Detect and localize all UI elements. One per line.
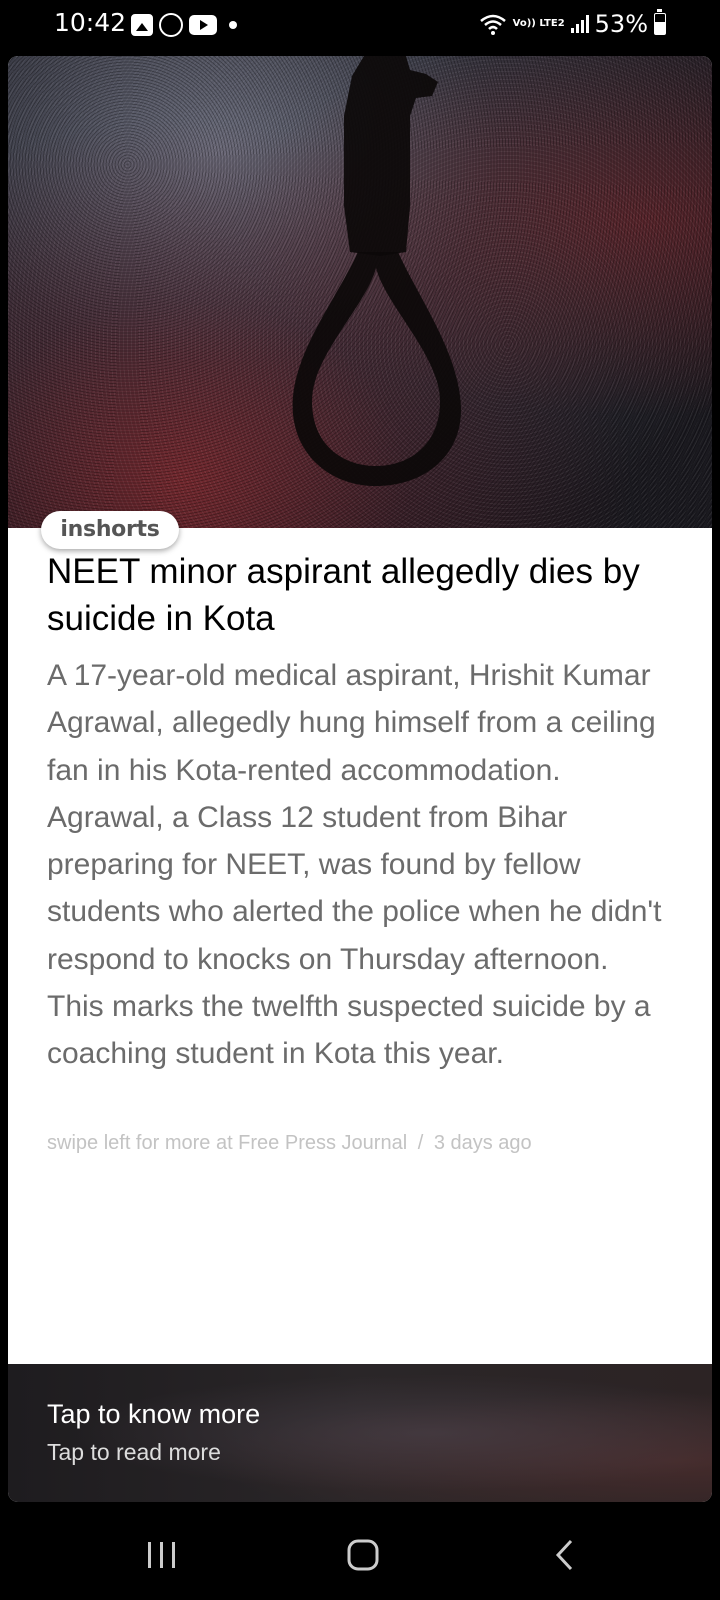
- battery-percentage: 53%: [594, 10, 648, 38]
- recents-button[interactable]: [132, 1530, 192, 1580]
- news-headline: NEET minor aspirant allegedly dies by su…: [47, 552, 640, 638]
- system-icons: Vo)) LTE2 53%: [479, 9, 666, 38]
- status-bar: 10:42 Vo)) LTE2 53%: [0, 0, 720, 50]
- source-link[interactable]: swipe left for more at Free Press Journa…: [47, 1132, 407, 1154]
- notification-icons: [131, 13, 237, 37]
- more-notifications-icon: [229, 21, 237, 29]
- home-icon: [347, 1539, 379, 1571]
- wifi-icon: [479, 14, 506, 35]
- gallery-icon: [131, 14, 153, 36]
- battery-icon: [654, 9, 666, 35]
- back-icon: [555, 1539, 573, 1571]
- volte-icon: Vo)) LTE2: [512, 18, 565, 29]
- home-button[interactable]: [333, 1530, 393, 1580]
- noose-shadow-image: [292, 56, 462, 486]
- news-card[interactable]: inshorts NEET minor aspirant allegedly d…: [8, 56, 712, 1502]
- news-source-line[interactable]: swipe left for more at Free Press Journa…: [47, 1132, 532, 1155]
- footer-separator: /: [417, 1132, 424, 1154]
- back-button[interactable]: [535, 1530, 595, 1580]
- news-body: A 17-year-old medical aspirant, Hrishit …: [47, 659, 662, 1071]
- source-badge: inshorts: [41, 511, 179, 549]
- youtube-icon: [189, 15, 217, 35]
- status-time: 10:42: [54, 8, 127, 37]
- news-image[interactable]: [8, 56, 712, 528]
- navigation-bar: [0, 1510, 720, 1600]
- banner-title: Tap to know more: [47, 1399, 261, 1429]
- read-more-banner[interactable]: Tap to know more Tap to read more: [8, 1364, 712, 1502]
- banner-subtitle: Tap to read more: [47, 1439, 221, 1465]
- signal-icon: [570, 15, 589, 33]
- whatsapp-icon: [159, 13, 183, 37]
- recents-icon: [148, 1542, 175, 1568]
- news-timestamp: 3 days ago: [433, 1132, 532, 1154]
